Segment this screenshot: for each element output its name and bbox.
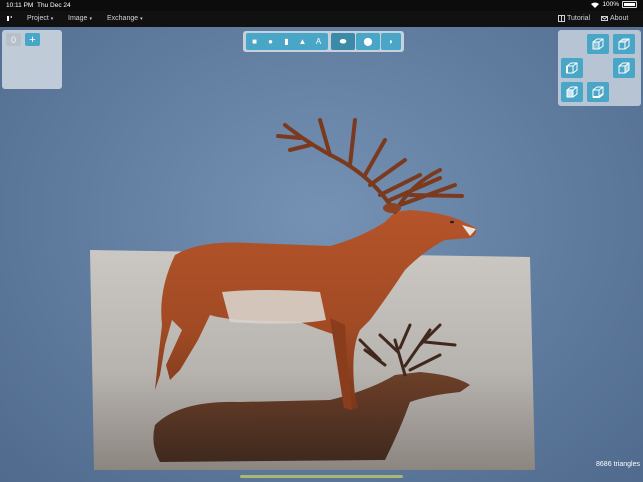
shape-toolbar: ■ ● ▮ ▲ A ⬬ ⬤ ◗ — [243, 31, 404, 52]
deer-model — [155, 118, 477, 410]
cone-icon: ⬬ — [339, 36, 347, 46]
cube-right-icon — [618, 62, 630, 73]
cube-bottom-icon — [592, 86, 604, 98]
rect-icon: ▮ — [284, 37, 289, 46]
chevron-down-icon: ▾ — [50, 16, 54, 22]
text-icon: A — [315, 37, 322, 46]
view-panel — [558, 30, 641, 106]
battery-icon — [622, 1, 637, 8]
cube-iso-icon — [618, 38, 630, 49]
text-tool-button[interactable]: A — [310, 33, 327, 50]
menu-exchange[interactable]: Exchange ▾ — [107, 15, 143, 22]
status-date: Thu Dec 24 — [37, 2, 71, 9]
home-indicator[interactable] — [240, 475, 403, 478]
square-icon: ■ — [252, 37, 257, 46]
cube-front-icon — [566, 86, 578, 97]
cube-left-icon — [566, 62, 578, 73]
book-icon — [558, 15, 565, 22]
tutorial-button[interactable]: Tutorial — [558, 15, 590, 22]
view-iso-button[interactable] — [613, 34, 635, 54]
view-right-button[interactable] — [613, 58, 635, 78]
menu-bar: Project ▾ Image ▾ Exchange ▾ Tutorial About — [0, 11, 643, 27]
add-button[interactable]: + — [25, 33, 40, 46]
model-viewport[interactable] — [0, 0, 643, 482]
status-time: 10:11 PM — [6, 2, 34, 9]
cube-top-icon — [592, 38, 604, 49]
circle-icon: ● — [268, 37, 273, 46]
left-panel: 0 + — [2, 30, 62, 89]
about-button[interactable]: About — [601, 15, 628, 22]
view-front-button[interactable] — [561, 82, 583, 102]
app-logo-icon[interactable] — [6, 15, 13, 22]
mode-1-button[interactable]: ⬬ — [331, 33, 355, 50]
circle-tool-button[interactable]: ● — [262, 33, 279, 50]
chevron-down-icon: ▾ — [140, 16, 143, 22]
reset-button[interactable]: 0 — [6, 33, 21, 46]
status-bar: 10:11 PM Thu Dec 24 100% — [0, 0, 643, 11]
rect-tool-button[interactable]: ▮ — [278, 33, 295, 50]
sphere-icon: ⬤ — [363, 37, 373, 46]
chevron-down-icon: ▾ — [89, 16, 92, 22]
photo-plane — [90, 250, 535, 470]
triangle-icon: ▲ — [298, 37, 307, 46]
status-right: 100% — [591, 1, 637, 8]
wifi-icon — [591, 2, 600, 8]
mode-3-button[interactable]: ◗ — [381, 33, 401, 50]
view-top-button[interactable] — [587, 34, 609, 54]
view-left-button[interactable] — [561, 58, 583, 78]
view-bottom-button[interactable] — [587, 82, 609, 102]
menu-image[interactable]: Image ▾ — [68, 15, 92, 22]
triangle-tool-button[interactable]: ▲ — [294, 33, 311, 50]
half-icon: ◗ — [388, 37, 394, 46]
deer-reflection — [153, 323, 471, 462]
mail-icon — [601, 16, 608, 21]
square-tool-button[interactable]: ■ — [246, 33, 263, 50]
mode-2-button[interactable]: ⬤ — [356, 33, 380, 50]
menu-project[interactable]: Project ▾ — [27, 15, 53, 22]
battery-percent: 100% — [602, 1, 619, 8]
triangle-count: 8686 triangles — [596, 461, 640, 468]
